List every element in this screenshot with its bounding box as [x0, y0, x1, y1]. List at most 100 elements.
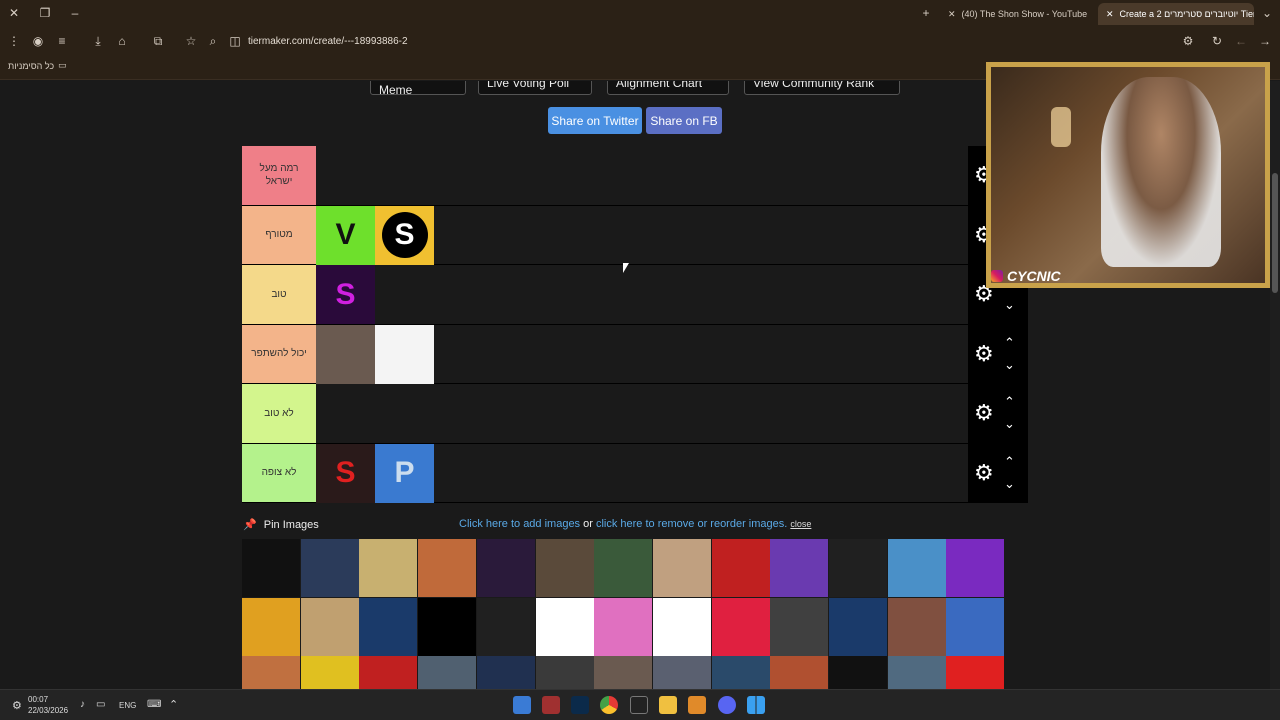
keyboard-icon[interactable]: ⌨	[147, 699, 161, 710]
pool-image[interactable]	[535, 597, 594, 656]
pool-image[interactable]	[300, 539, 359, 597]
pool-image[interactable]	[300, 597, 359, 656]
share-fb-button[interactable]: Share on FB	[646, 107, 722, 134]
chevron-down-icon[interactable]: ⌄	[1004, 417, 1015, 430]
address-bar[interactable]: tiermaker.com/create/---18993886-2	[248, 36, 408, 47]
tier-items[interactable]: V S	[316, 205, 968, 265]
tier-label[interactable]: טוב	[242, 265, 316, 324]
close-window-icon[interactable]: ✕	[6, 6, 22, 22]
live-voting-button[interactable]: Live Voting Poll	[478, 81, 592, 95]
pool-image[interactable]	[652, 656, 711, 689]
page-scrollbar[interactable]	[1270, 81, 1280, 689]
settings-icon[interactable]: ⚙	[12, 699, 22, 712]
discord-icon[interactable]	[718, 696, 736, 714]
pool-image[interactable]	[476, 597, 535, 656]
pool-image[interactable]	[476, 656, 535, 689]
chevron-down-icon[interactable]: ⌄	[1004, 298, 1015, 311]
language-indicator[interactable]: ENG	[119, 701, 136, 710]
pool-image[interactable]	[829, 539, 887, 597]
pool-image[interactable]	[946, 597, 1005, 656]
tier-items[interactable]: S	[316, 265, 968, 324]
chevron-down-icon[interactable]: ⌄	[1004, 358, 1015, 371]
tier-items[interactable]	[316, 146, 968, 205]
tier-item-image[interactable]: S	[375, 205, 434, 265]
tier-items[interactable]: S P	[316, 443, 968, 503]
chevron-up-icon[interactable]: ⌃	[1004, 336, 1015, 349]
tier-label[interactable]: לא טוב	[242, 384, 316, 443]
pool-image[interactable]	[711, 539, 770, 597]
remove-reorder-link[interactable]: click here to remove or reorder images.	[596, 518, 787, 530]
network-icon[interactable]: ▭	[96, 699, 105, 710]
pool-image[interactable]	[242, 656, 300, 689]
game-app-icon[interactable]	[542, 696, 560, 714]
tier-item-image[interactable]: P	[375, 443, 434, 503]
folder-app-icon[interactable]	[688, 696, 706, 714]
pool-image[interactable]	[535, 656, 594, 689]
chevron-up-icon[interactable]: ⌃	[1004, 395, 1015, 408]
pool-image[interactable]	[359, 656, 418, 689]
windows-start-icon[interactable]	[747, 696, 765, 714]
tier-items[interactable]	[316, 324, 968, 384]
all-bookmarks-item[interactable]: כל הסימניות ▭	[8, 60, 67, 71]
tab-search-icon[interactable]: ⌄	[1259, 6, 1275, 22]
pool-image[interactable]	[711, 656, 770, 689]
pool-image[interactable]	[946, 656, 1005, 689]
tier-label[interactable]: יכול להשתפר	[242, 324, 316, 383]
pool-image[interactable]	[594, 539, 653, 597]
clock-date[interactable]: 22/03/2026	[28, 706, 68, 715]
tier-item-image[interactable]: V	[316, 205, 375, 265]
pool-image[interactable]	[535, 539, 594, 597]
cast-icon[interactable]: ⌂	[114, 34, 130, 50]
tier-item-image[interactable]	[316, 324, 375, 384]
pool-image[interactable]	[887, 597, 946, 656]
tab-youtube[interactable]: ✕ (40) The Shon Show - YouTube	[940, 3, 1092, 25]
tier-label[interactable]: מטורף	[242, 205, 316, 264]
tier-item-image[interactable]: S	[316, 443, 375, 503]
pool-image[interactable]	[946, 539, 1005, 597]
tray-expand-icon[interactable]: ⌃	[169, 698, 178, 711]
alignment-chart-button[interactable]: Alignment Chart	[607, 81, 729, 95]
tune-icon[interactable]: ⚙	[1180, 34, 1196, 50]
back-icon[interactable]: ←	[1233, 34, 1249, 50]
pin-images-label[interactable]: Pin Images	[264, 519, 319, 531]
pool-image[interactable]	[359, 539, 418, 597]
tab-tiermaker[interactable]: ✕ Create a יוטיוברים סטרימרים 2 Tier Lis…	[1098, 3, 1254, 25]
pool-image[interactable]	[418, 539, 477, 597]
tier-item-image[interactable]: S	[316, 265, 375, 324]
pool-image[interactable]	[652, 539, 711, 597]
pool-image[interactable]	[652, 597, 711, 656]
reading-list-icon[interactable]: ≡	[54, 34, 70, 50]
pool-image[interactable]	[594, 597, 653, 656]
tab-close-icon[interactable]: ✕	[1106, 9, 1114, 20]
tier-label[interactable]: רמה מעל ישראל	[242, 146, 316, 205]
pool-image[interactable]	[887, 656, 946, 689]
pool-image[interactable]	[242, 539, 300, 597]
notepad-icon[interactable]	[513, 696, 531, 714]
pool-image[interactable]	[300, 656, 359, 689]
pool-image[interactable]	[770, 539, 829, 597]
zoom-icon[interactable]: ⌕	[205, 34, 221, 50]
pool-image[interactable]	[418, 656, 477, 689]
extensions-puzzle-icon[interactable]: ⧉	[150, 34, 166, 50]
photoshop-icon[interactable]	[571, 696, 589, 714]
clock-time[interactable]: 00:07	[28, 695, 48, 704]
pool-image[interactable]	[829, 656, 887, 689]
pool-image[interactable]	[711, 597, 770, 656]
menu-icon[interactable]: ⋮	[6, 34, 22, 50]
create-meme-button[interactable]: Create a Meme	[370, 81, 466, 97]
pool-image[interactable]	[829, 597, 887, 656]
bookmark-star-icon[interactable]: ☆	[183, 34, 199, 50]
reload-icon[interactable]: ↻	[1209, 34, 1225, 50]
chevron-down-icon[interactable]: ⌄	[1004, 477, 1015, 490]
tier-items[interactable]	[316, 384, 968, 443]
tier-item-image[interactable]	[375, 324, 434, 384]
pool-image[interactable]	[887, 539, 946, 597]
pool-image[interactable]	[594, 656, 653, 689]
forward-icon[interactable]: →	[1257, 34, 1273, 50]
site-info-icon[interactable]: ◫	[227, 34, 243, 50]
chevron-up-icon[interactable]: ⌃	[1004, 455, 1015, 468]
extension-icon[interactable]: ◉	[30, 34, 46, 50]
pool-image[interactable]	[359, 597, 418, 656]
gear-icon[interactable]: ⚙	[974, 461, 994, 484]
new-tab-icon[interactable]: +	[918, 6, 934, 22]
